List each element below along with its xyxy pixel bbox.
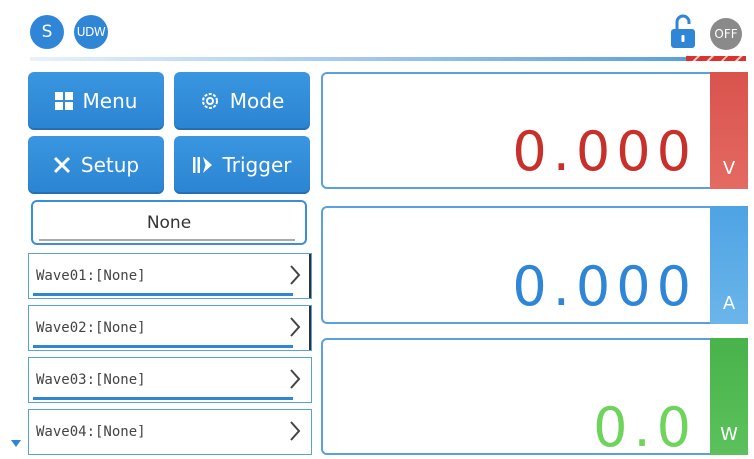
power-unit: W (710, 338, 748, 455)
scroll-down-indicator[interactable] (11, 440, 21, 447)
mode-button-label: Mode (229, 89, 285, 113)
wave-list-item[interactable]: Wave02:[None] (28, 305, 312, 351)
chevron-right-icon (290, 317, 301, 337)
voltage-panel[interactable]: 0.000 (321, 72, 711, 189)
chevron-right-icon (290, 421, 301, 441)
trigger-button[interactable]: Trigger (174, 136, 310, 194)
item-underline (33, 293, 293, 296)
voltage-unit: V (710, 72, 748, 189)
item-edge (309, 254, 311, 298)
unlock-icon[interactable] (670, 13, 696, 49)
grid-icon (54, 92, 73, 110)
gear-icon (201, 93, 218, 109)
sequence-select[interactable]: None (31, 200, 307, 245)
mode-button[interactable]: Mode (174, 72, 310, 130)
current-value: 0.000 (512, 255, 697, 318)
current-panel[interactable]: 0.000 (321, 206, 711, 324)
wave-list-item[interactable]: Wave03:[None] (28, 357, 312, 403)
power-value: 0.0 (593, 396, 697, 459)
wave-list-item[interactable]: Wave04:[None] (28, 409, 312, 455)
chevron-right-icon (290, 369, 301, 389)
output-indicator-bar (686, 56, 746, 61)
tools-icon (53, 156, 70, 174)
menu-button-label: Menu (82, 89, 138, 113)
item-edge (309, 306, 311, 350)
trigger-icon (192, 157, 212, 173)
wave-label: Wave02:[None] (36, 320, 146, 336)
wave-label: Wave03:[None] (36, 372, 146, 388)
current-unit: A (710, 206, 748, 324)
setup-button[interactable]: Setup (28, 136, 164, 194)
s-badge[interactable]: S (30, 15, 64, 49)
divider (39, 239, 295, 241)
status-bar: S UDW OFF (0, 0, 754, 61)
item-underline (33, 345, 293, 348)
udw-badge[interactable]: UDW (74, 15, 108, 49)
chevron-right-icon (290, 265, 301, 285)
wave-label: Wave04:[None] (36, 424, 146, 440)
sequence-select-value: None (146, 212, 192, 233)
setup-button-label: Setup (80, 153, 140, 177)
power-panel[interactable]: 0.0 (321, 338, 711, 459)
voltage-value: 0.000 (512, 120, 697, 183)
output-off-badge[interactable]: OFF (710, 18, 742, 50)
item-underline (33, 397, 293, 400)
trigger-button-label: Trigger (222, 153, 292, 177)
wave-list-item[interactable]: Wave01:[None] (28, 253, 312, 299)
menu-button[interactable]: Menu (28, 72, 164, 130)
divider (30, 57, 686, 61)
wave-label: Wave01:[None] (36, 268, 146, 284)
